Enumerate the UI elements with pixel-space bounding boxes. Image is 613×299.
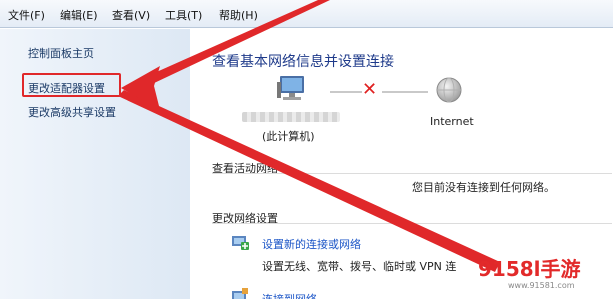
menu-edit[interactable]: 编辑(E) <box>60 7 98 23</box>
menu-tools[interactable]: 工具(T) <box>165 7 202 23</box>
menu-help[interactable]: 帮助(H) <box>219 7 258 23</box>
internet-label: Internet <box>430 115 474 128</box>
connect-to-network-link[interactable]: 连接到网络 <box>262 291 317 299</box>
sidebar-item-change-advanced-sharing[interactable]: 更改高级共享设置 <box>28 104 116 120</box>
setup-new-connection-desc: 设置无线、宽带、拨号、临时或 VPN 连 <box>262 260 457 273</box>
connect-network-icon[interactable] <box>230 287 250 299</box>
connection-line-right <box>382 91 428 93</box>
highlight-box <box>22 73 121 97</box>
connection-line-left <box>330 91 362 93</box>
setup-new-connection-link[interactable]: 设置新的连接或网络 <box>262 236 361 252</box>
menu-bar: 文件(F) 编辑(E) 查看(V) 工具(T) 帮助(H) <box>0 0 613 28</box>
divider <box>212 223 612 224</box>
new-connection-icon[interactable] <box>230 233 250 251</box>
internet-globe-icon[interactable] <box>435 76 463 104</box>
watermark-logo: 9158l手游 <box>478 257 581 281</box>
watermark: 9158l手游 www.91581.com <box>478 251 613 299</box>
network-status-text: 您目前没有连接到任何网络。 <box>412 181 555 194</box>
page-title: 查看基本网络信息并设置连接 <box>212 54 394 70</box>
left-nav-pane: 控制面板主页 更改适配器设置 更改高级共享设置 <box>0 29 190 299</box>
computer-label: (此计算机) <box>262 130 315 143</box>
divider <box>212 173 612 174</box>
menu-view[interactable]: 查看(V) <box>112 7 150 23</box>
menu-file[interactable]: 文件(F) <box>8 7 45 23</box>
computer-name-blurred <box>242 112 340 122</box>
watermark-url: www.91581.com <box>508 281 575 290</box>
sidebar-item-control-panel-home[interactable]: 控制面板主页 <box>28 45 94 61</box>
computer-icon[interactable] <box>276 74 308 104</box>
disconnected-x-icon: ✕ <box>362 79 378 100</box>
